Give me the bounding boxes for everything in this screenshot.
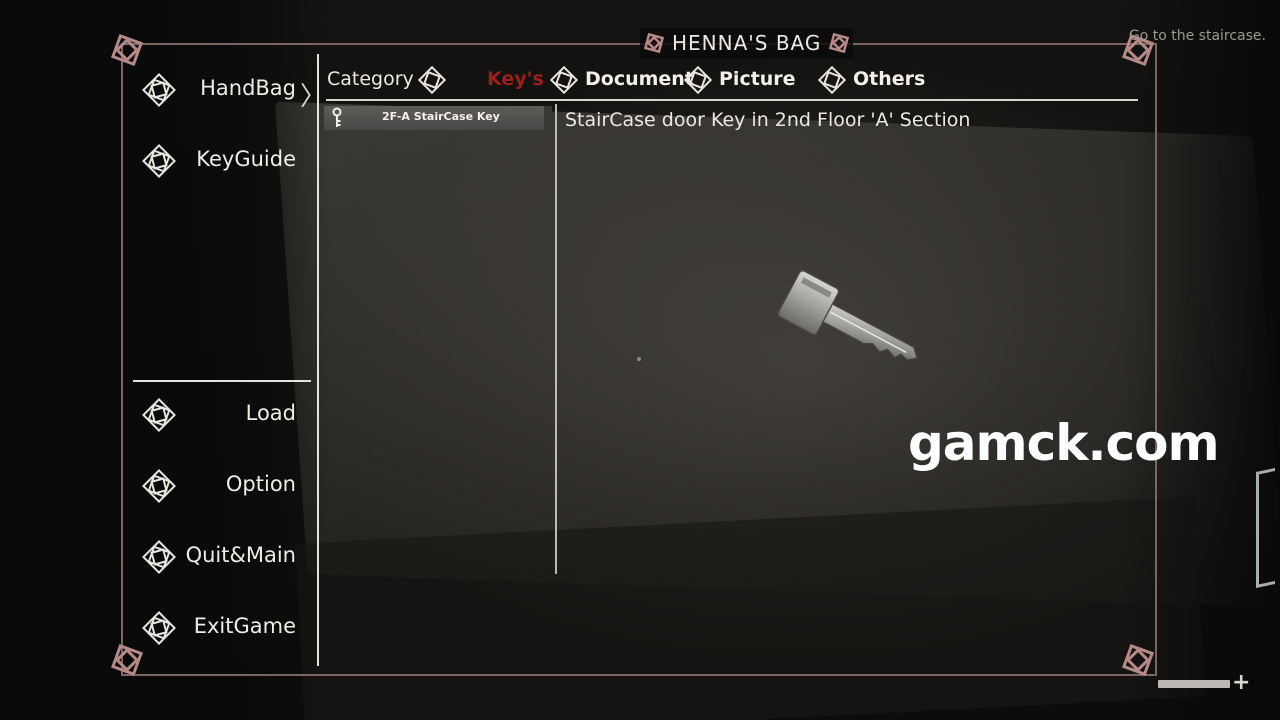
corner-ornament-icon <box>107 30 147 70</box>
diamond-icon <box>142 73 176 107</box>
menu-divider <box>317 54 319 666</box>
diamond-icon <box>549 65 579 95</box>
diamond-icon <box>142 144 176 178</box>
background-door-outline <box>1256 467 1275 589</box>
category-prev-icon[interactable] <box>416 62 447 98</box>
tab-document[interactable]: Document <box>548 62 694 98</box>
item-label: 2F-A StairCase Key <box>382 110 500 123</box>
tab-label: Others <box>853 68 926 90</box>
menu-item-label: ExitGame <box>193 614 296 638</box>
watermark-text: gamck.com <box>908 414 1220 472</box>
crosshair-dot <box>637 357 641 361</box>
diamond-icon <box>142 611 176 645</box>
tab-picture[interactable]: Picture <box>682 62 796 98</box>
title-ornament-icon <box>643 32 665 54</box>
menu-item-handbag[interactable]: HandBag <box>135 68 300 112</box>
menu-item-quit-main[interactable]: Quit&Main <box>135 535 300 579</box>
title-ornament-icon <box>829 32 850 54</box>
diamond-icon <box>142 540 176 574</box>
diamond-icon <box>817 65 847 95</box>
list-item[interactable]: 2F-A StairCase Key <box>324 106 552 130</box>
stamina-bar <box>1158 680 1230 688</box>
plus-icon: + <box>1232 670 1251 695</box>
tab-label: Document <box>585 68 694 90</box>
menu-item-label: Option <box>225 472 296 496</box>
selected-chevron-icon: 〉 <box>300 82 327 112</box>
menu-separator <box>133 380 311 382</box>
tab-label: Picture <box>719 68 796 90</box>
diamond-icon <box>417 65 447 95</box>
corner-ornament-icon <box>1118 640 1158 680</box>
list-divider <box>555 104 557 574</box>
title-banner: HENNA'S BAG <box>640 28 854 58</box>
objective-text: Go to the staircase. <box>1128 28 1266 44</box>
menu-item-label: Quit&Main <box>185 543 296 567</box>
diamond-icon <box>683 65 713 95</box>
menu-item-option[interactable]: Option <box>135 464 300 508</box>
menu-item-exit-game[interactable]: ExitGame <box>135 606 300 650</box>
menu-item-label: HandBag <box>200 76 296 100</box>
tab-others[interactable]: Others <box>816 62 925 98</box>
menu-item-keyguide[interactable]: KeyGuide <box>135 139 300 183</box>
game-screen: HENNA'S BAG Go to the staircase. HandBag… <box>0 0 1280 720</box>
menu-item-label: Load <box>245 401 296 425</box>
item-description: StairCase door Key in 2nd Floor 'A' Sect… <box>565 109 971 131</box>
category-bar: Category Key's Document Picture Others <box>326 62 1138 98</box>
window-title: HENNA'S BAG <box>672 31 822 55</box>
tab-label: Key's <box>487 68 544 90</box>
menu-item-label: KeyGuide <box>196 147 296 171</box>
category-underline <box>326 99 1138 101</box>
diamond-icon <box>142 469 176 503</box>
tab-keys[interactable]: Key's <box>486 62 546 98</box>
key-icon <box>332 107 342 127</box>
menu-item-load[interactable]: Load <box>135 393 300 437</box>
category-label: Category <box>327 68 414 90</box>
diamond-icon <box>142 398 176 432</box>
key-model-icon <box>777 269 918 361</box>
